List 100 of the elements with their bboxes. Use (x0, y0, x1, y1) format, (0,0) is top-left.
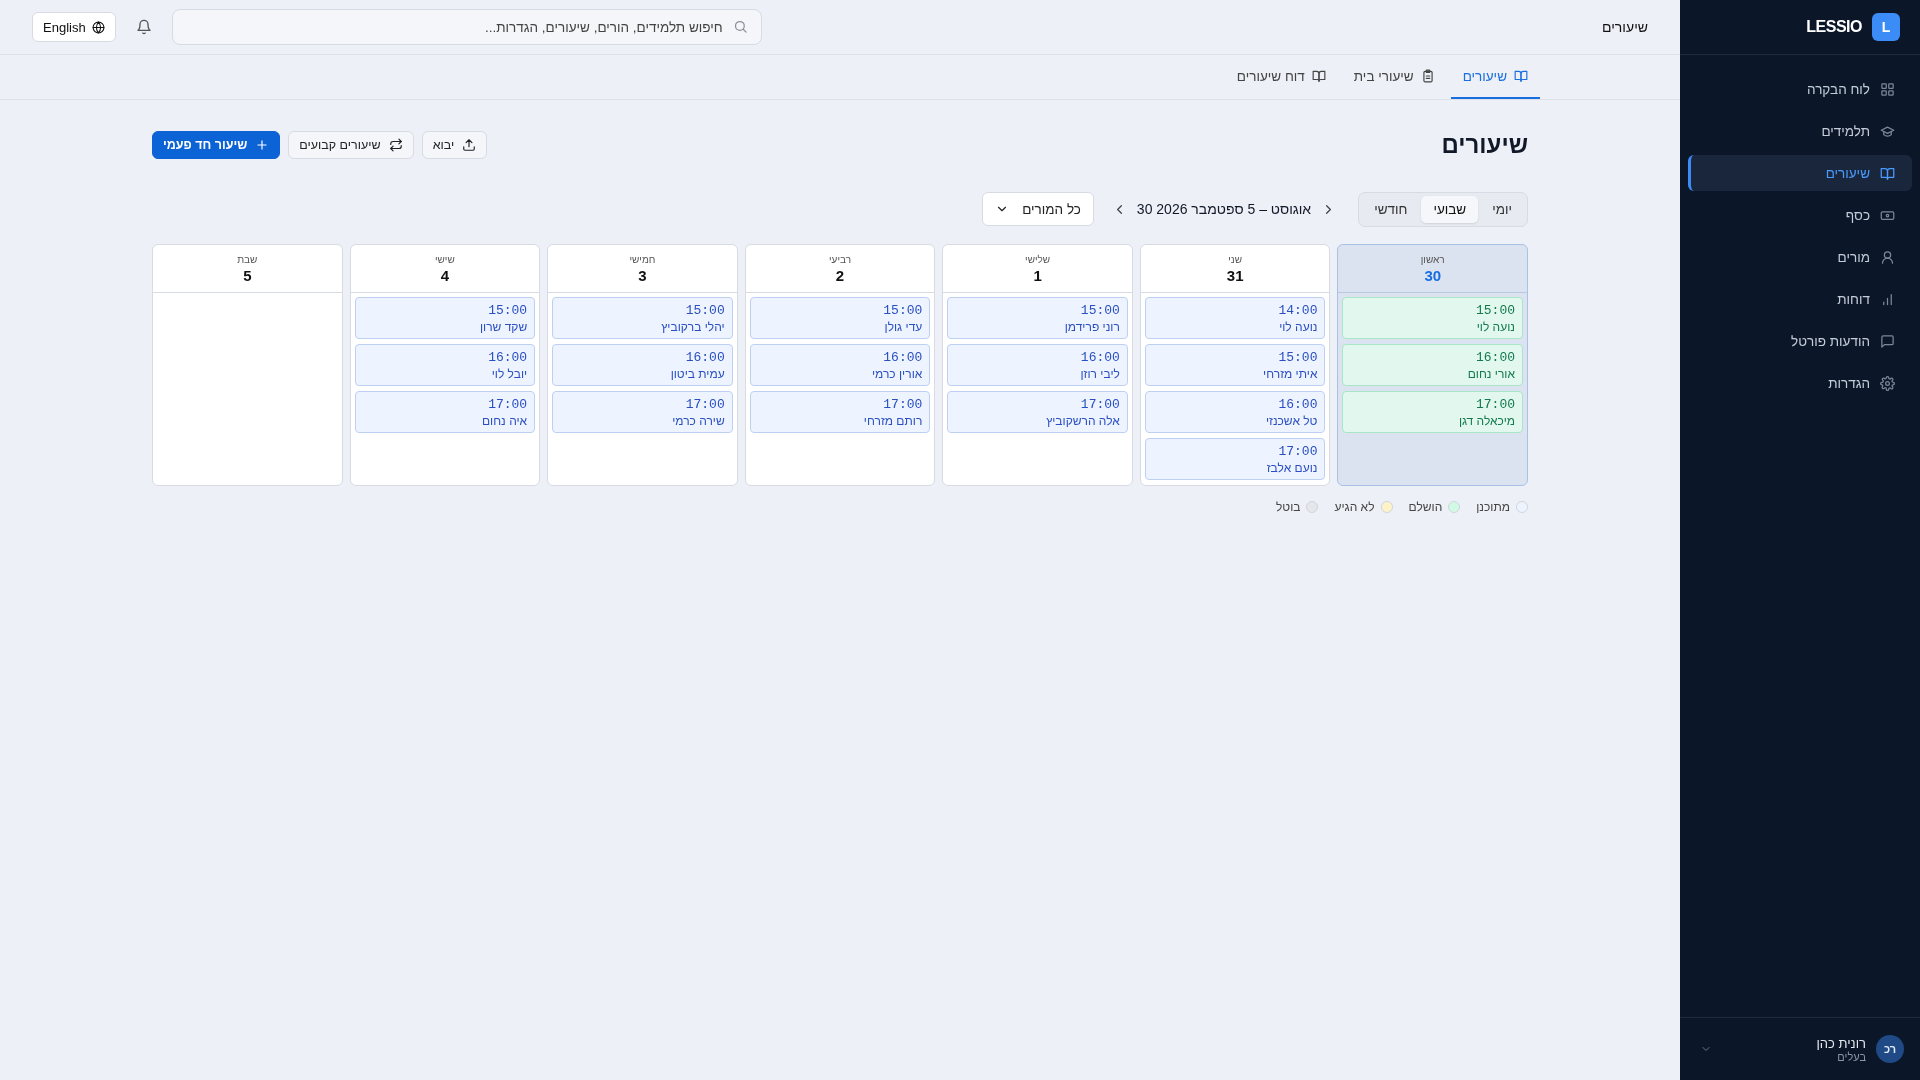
bell-icon[interactable] (135, 19, 152, 35)
day-number: 5 (243, 266, 252, 284)
legend-label: מתוכנן (1476, 500, 1510, 514)
import-button[interactable]: יבוא (421, 131, 488, 159)
day-number: 30 (1424, 266, 1442, 284)
brand-name: LESSIO (1806, 18, 1862, 36)
student-name: אורי נחום (1467, 366, 1515, 381)
add-lesson-button[interactable]: שיעור חד פעמי (152, 131, 281, 159)
lesson-time: 17:00 (883, 396, 923, 412)
lesson-time: 15:00 (488, 302, 528, 318)
lesson-time: 15:00 (1278, 349, 1318, 365)
day-number: 1 (1033, 266, 1042, 284)
tab[interactable]: דוח שיעורים (1224, 55, 1338, 99)
date-range: 30 אוגוסט – 5 ספטמבר 2026 (1136, 201, 1312, 217)
weekday-name: שבת (237, 253, 258, 265)
weekday-name: שישי (434, 253, 455, 265)
graduation-cap-icon (1880, 123, 1895, 139)
person-icon (1880, 249, 1895, 265)
lesson-time: 17:00 (1278, 443, 1318, 459)
page-title: שיעורים (1441, 131, 1528, 159)
day-number: 31 (1226, 266, 1244, 284)
weekday-name: ראשון (1420, 253, 1445, 265)
student-name: עמית ביטון (670, 366, 725, 381)
lesson-time: 16:00 (883, 349, 923, 365)
lesson-time: 17:00 (1476, 396, 1515, 412)
weekday-name: שלישי (1025, 253, 1051, 265)
student-name: עדי גולן (884, 319, 923, 334)
nav-item[interactable]: תלמידים (1688, 113, 1912, 149)
plus-icon (255, 138, 270, 152)
bar-chart-icon (1880, 291, 1895, 307)
tab[interactable]: שיעורי בית (1341, 55, 1447, 99)
book-icon (1311, 69, 1326, 83)
legend-label: הושלם (1408, 500, 1443, 514)
student-name: נועם אלבז (1266, 460, 1318, 475)
lesson-time: 15:00 (1080, 302, 1120, 318)
lesson-time: 16:00 (685, 349, 725, 365)
lesson-time: 15:00 (685, 302, 725, 318)
lesson-time: 14:00 (1278, 302, 1318, 318)
search-field[interactable]: חיפוש תלמידים, הורים, שיעורים, הגדרות... (171, 9, 762, 45)
day-number: 4 (440, 266, 450, 284)
user-role: בעלים (1836, 1050, 1866, 1063)
lesson-time: 17:00 (685, 396, 725, 412)
lesson-time: 17:00 (1080, 396, 1120, 412)
student-name: שקד שרון (479, 319, 528, 334)
header-title: שיעורים (1601, 19, 1648, 35)
legend-label: בוטל (1276, 500, 1301, 514)
clipboard-icon (1420, 69, 1435, 83)
globe-icon (91, 20, 105, 34)
weekday-name: שני (1228, 253, 1243, 265)
student-name: ליבי רוזן (1080, 366, 1120, 381)
student-name: יהלי ברקוביץ (661, 319, 725, 334)
student-name: מיכאלה דגן (1459, 413, 1515, 428)
settings-icon (1880, 375, 1895, 391)
nav-item[interactable]: הודעות פורטל (1688, 323, 1912, 359)
student-name: נועה לוי (1476, 319, 1515, 334)
student-name: אורין כרמי (871, 366, 923, 381)
view-toggle-option[interactable]: שבועי (1421, 195, 1479, 223)
lesson-time: 16:00 (1476, 349, 1515, 365)
view-toggle-option[interactable]: חודשי (1362, 195, 1420, 223)
book-icon (1880, 165, 1895, 181)
view-toggle-option[interactable]: יומי (1480, 195, 1524, 223)
tab[interactable]: שיעורים (1450, 55, 1540, 99)
nav-item[interactable]: הגדרות (1688, 365, 1912, 401)
nav-item[interactable]: כסף (1688, 197, 1912, 233)
recurring-lessons-button[interactable]: שיעורים קבועים (288, 131, 414, 159)
logo-mark: L (1872, 13, 1900, 41)
day-number: 2 (835, 266, 845, 284)
legend-label: לא הגיע (1334, 500, 1375, 514)
lesson-time: 16:00 (1080, 349, 1120, 365)
user-avatar: רכ (1876, 1035, 1904, 1063)
nav-item[interactable]: מורים (1688, 239, 1912, 275)
lesson-time: 16:00 (488, 349, 528, 365)
day-number: 3 (638, 266, 647, 284)
student-name: איתי מזרחי (1263, 366, 1318, 381)
language-button[interactable]: English (32, 12, 116, 42)
book-icon (1514, 69, 1528, 83)
student-name: נועה לוי (1279, 319, 1318, 334)
student-name: איה נחום (481, 413, 528, 428)
student-name: שירה כרמי (672, 413, 725, 428)
student-name: רוני פרידמן (1064, 319, 1120, 334)
weekday-name: רביעי (829, 253, 852, 265)
repeat-icon (388, 138, 403, 152)
lesson-time: 17:00 (488, 396, 528, 412)
weekday-name: חמישי (629, 253, 656, 265)
lesson-time: 16:00 (1278, 396, 1318, 412)
message-icon (1880, 333, 1895, 349)
upload-icon (462, 138, 477, 152)
nav-item[interactable]: שיעורים (1688, 155, 1912, 191)
lesson-time: 15:00 (883, 302, 923, 318)
user-name: רונית כהן (1815, 1035, 1866, 1051)
student-name: יובל לוי (491, 366, 528, 381)
nav-item[interactable]: דוחות (1688, 281, 1912, 317)
student-name: רותם מזרחי (863, 413, 923, 428)
grid-icon (1880, 81, 1895, 97)
teacher-dropdown[interactable]: כל המורים (981, 192, 1094, 226)
nav-item[interactable]: לוח הבקרה (1688, 71, 1912, 107)
search-icon (732, 19, 748, 34)
lesson-time: 15:00 (1476, 302, 1515, 318)
student-name: אלה הרשקוביץ (1046, 413, 1120, 428)
student-name: טל אשכנזי (1265, 413, 1318, 428)
